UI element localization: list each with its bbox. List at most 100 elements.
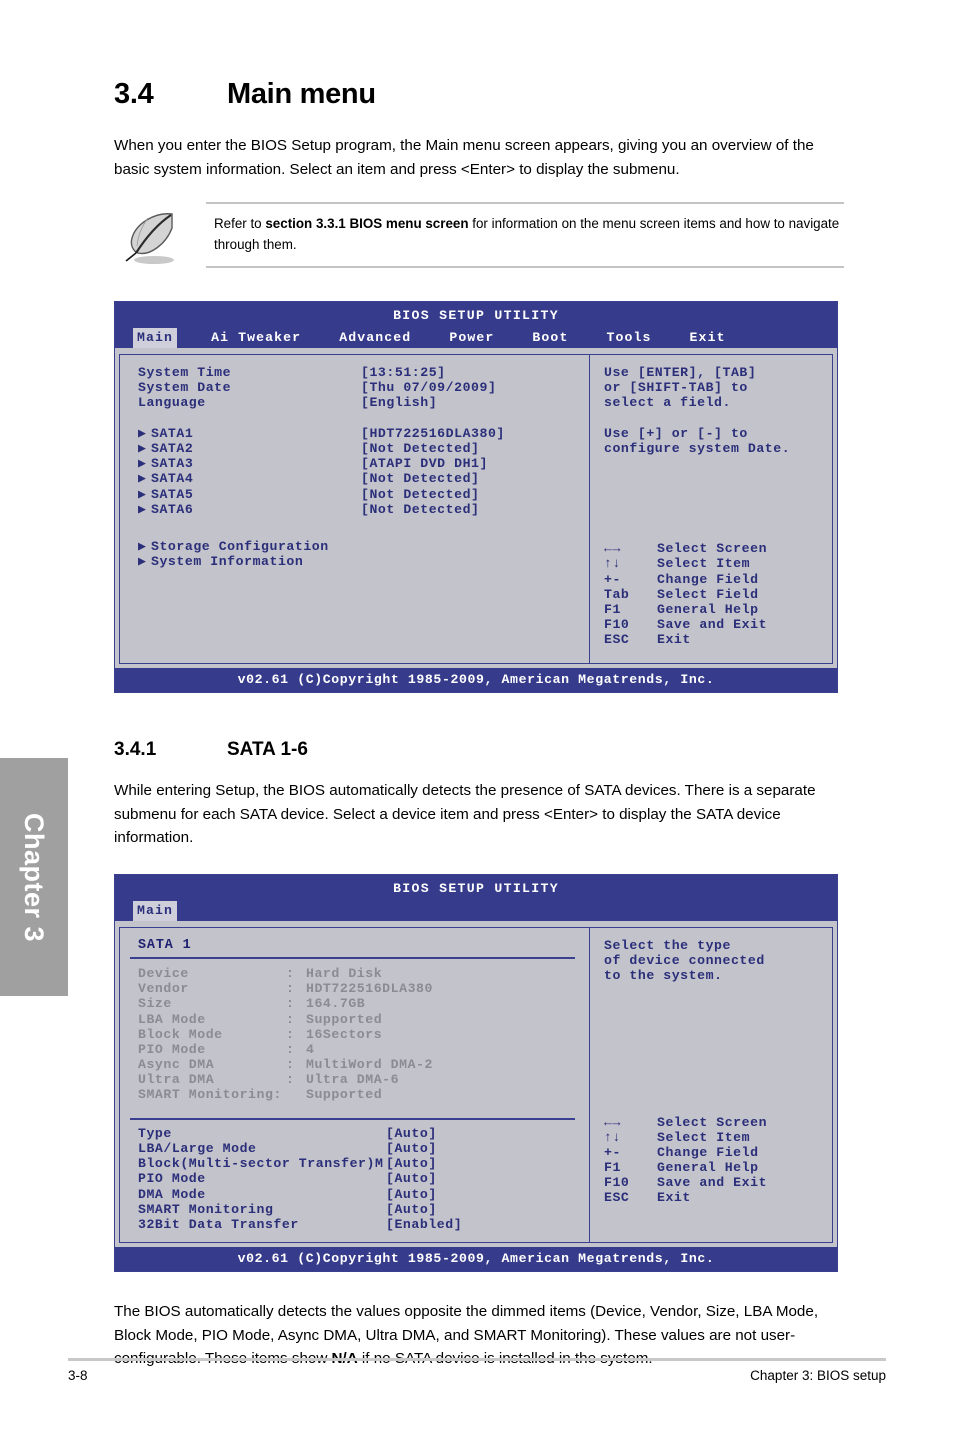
bios-navkey-select-item: ↑↓ Select Item	[604, 1130, 832, 1145]
bios-item-sata4[interactable]: ▶ SATA4 [Not Detected]	[138, 471, 589, 486]
bios-item-storage-configuration[interactable]: ▶ Storage Configuration	[138, 539, 589, 554]
bios-item-value[interactable]: [Thu 07/09/2009]	[361, 380, 496, 395]
bios-tab-main[interactable]: Main	[133, 900, 178, 921]
bios-navkey-select-item: ↑↓ Select Item	[604, 556, 832, 571]
triangle-right-icon: ▶	[138, 440, 147, 456]
bios-item-label: System Time	[138, 365, 232, 380]
bios-item-value[interactable]: [Not Detected]	[361, 471, 480, 486]
bios-item-system-time[interactable]: System Time [13:51:25]	[138, 365, 589, 380]
bios-tab-tools[interactable]: Tools	[602, 328, 655, 348]
bios-item-value[interactable]: [13:51:25]	[361, 365, 446, 380]
triangle-right-icon: ▶	[138, 456, 147, 472]
bios-item-sata1[interactable]: ▶ SATA1 [HDT722516DLA380]	[138, 426, 589, 441]
bios-tab-ai-tweaker[interactable]: Ai Tweaker	[207, 328, 305, 348]
bios-item-label-text: SATA3	[151, 456, 194, 472]
bios-main-screenshot: BIOS SETUP UTILITY Main Ai Tweaker Advan…	[114, 301, 838, 694]
bios-info-value: Supported	[306, 1087, 383, 1103]
bios-navkey-key: ESC	[604, 1190, 630, 1206]
bios-config-block-multi-sector-transfer[interactable]: Block(Multi-sector Transfer)M [Auto]	[138, 1156, 589, 1171]
bios-tab-power[interactable]: Power	[445, 328, 498, 348]
bios-item-system-information[interactable]: ▶ System Information	[138, 554, 589, 569]
bios-item-label: ▶ SATA3	[138, 456, 361, 471]
bios-item-language[interactable]: Language [English]	[138, 395, 589, 410]
note-body: Refer to section 3.3.1 BIOS menu screen …	[206, 202, 844, 268]
bios-navkey-action: General Help	[657, 601, 759, 617]
bios-navkey-action: General Help	[657, 1160, 759, 1176]
subsection-title: SATA 1-6	[227, 739, 308, 761]
bios-tab-advanced[interactable]: Advanced	[335, 328, 415, 348]
bios-main-help-pane: Use [ENTER], [TAB] or [SHIFT-TAB] to sel…	[589, 354, 833, 665]
note-text-before: Refer to	[214, 216, 266, 231]
bios-item-sata6[interactable]: ▶ SATA6 [Not Detected]	[138, 502, 589, 517]
bios-config-type[interactable]: Type [Auto]	[138, 1126, 589, 1141]
bios-help-line: select a field.	[604, 395, 731, 411]
bios-sata-settings-pane: SATA 1 Device : Hard Disk Vendor : HDT72…	[119, 926, 589, 1244]
bios-help-line: Use [+] or [-] to	[604, 425, 748, 441]
bios-item-value[interactable]: [English]	[361, 395, 437, 410]
feather-pen-icon	[114, 202, 206, 273]
bios-navkey-save-and-exit: F10 Save and Exit	[604, 617, 832, 632]
bios-info-value: 4	[306, 1041, 315, 1057]
bios-navkey-general-help: F1 General Help	[604, 602, 832, 617]
bios-sata-copyright-footer: v02.61 (C)Copyright 1985-2009, American …	[115, 1247, 837, 1272]
bios-info-async-dma: Async DMA : MultiWord DMA-2	[138, 1057, 589, 1072]
bios-help-line: Use [ENTER], [TAB]	[604, 365, 757, 380]
bios-navkey-key: ←→	[604, 1114, 621, 1130]
bios-item-system-date[interactable]: System Date [Thu 07/09/2009]	[138, 380, 589, 395]
bios-navkey-key: Tab	[604, 586, 630, 602]
triangle-right-icon: ▶	[138, 486, 147, 502]
bios-config-smart-monitoring[interactable]: SMART Monitoring [Auto]	[138, 1202, 589, 1217]
bios-sata-screenshot: BIOS SETUP UTILITY Main SATA 1 Device : …	[114, 873, 838, 1273]
bios-item-label-text: Storage Configuration	[151, 539, 329, 555]
bios-tab-main[interactable]: Main	[133, 328, 178, 348]
bios-item-value[interactable]: [ATAPI DVD DH1]	[361, 456, 488, 471]
bios-navkey-key: F1	[604, 1160, 621, 1176]
section-heading: 3.4 Main menu	[114, 78, 844, 111]
triangle-right-icon: ▶	[138, 554, 147, 570]
bios-item-value[interactable]: [Not Detected]	[361, 487, 480, 502]
bios-config-label: DMA Mode	[138, 1186, 206, 1202]
bios-navkey-action: Exit	[657, 1190, 691, 1206]
bios-item-value[interactable]: [HDT722516DLA380]	[361, 426, 505, 441]
bios-navkey-select-field: Tab Select Field	[604, 587, 832, 602]
bios-help-line: or [SHIFT-TAB] to	[604, 380, 748, 396]
bios-info-separator: :	[286, 965, 295, 981]
bios-config-value[interactable]: [Auto]	[386, 1156, 437, 1171]
bios-item-sata3[interactable]: ▶ SATA3 [ATAPI DVD DH1]	[138, 456, 589, 471]
bios-config-label: Block(Multi-sector Transfer)M	[138, 1156, 384, 1172]
page-content: 3.4 Main menu When you enter the BIOS Se…	[114, 0, 844, 1371]
bios-navkey-key: +-	[604, 1144, 621, 1160]
bios-navkey-action: Select Item	[657, 556, 751, 572]
chapter-side-tab: Chapter 3	[0, 758, 68, 996]
bios-item-sata5[interactable]: ▶ SATA5 [Not Detected]	[138, 487, 589, 502]
bios-item-sata2[interactable]: ▶ SATA2 [Not Detected]	[138, 441, 589, 456]
bios-config-32bit-data-transfer[interactable]: 32Bit Data Transfer [Enabled]	[138, 1217, 589, 1232]
bios-config-value[interactable]: [Auto]	[386, 1171, 437, 1186]
bios-sata-title: BIOS SETUP UTILITY	[393, 880, 559, 896]
bios-config-dma-mode[interactable]: DMA Mode [Auto]	[138, 1187, 589, 1202]
bios-item-value[interactable]: [Not Detected]	[361, 441, 480, 456]
bios-info-vendor: Vendor : HDT722516DLA380	[138, 981, 589, 996]
bios-item-value[interactable]: [Not Detected]	[361, 502, 480, 517]
bios-tab-boot[interactable]: Boot	[528, 328, 572, 348]
note-box: Refer to section 3.3.1 BIOS menu screen …	[114, 202, 844, 273]
bios-navkey-change-field: +- Change Field	[604, 572, 832, 587]
bios-config-value[interactable]: [Auto]	[386, 1141, 437, 1156]
subsection-intro-paragraph: While entering Setup, the BIOS automatic…	[114, 782, 816, 847]
triangle-right-icon: ▶	[138, 425, 147, 441]
section-intro-paragraph: When you enter the BIOS Setup program, t…	[114, 137, 814, 178]
bios-config-value[interactable]: [Auto]	[386, 1126, 437, 1141]
bios-config-value[interactable]: [Auto]	[386, 1202, 437, 1217]
bios-item-label-text: System Information	[151, 554, 304, 570]
page-footer: 3-8 Chapter 3: BIOS setup	[68, 1368, 886, 1383]
bios-navkey-action: Select Screen	[657, 541, 768, 557]
bios-config-pio-mode[interactable]: PIO Mode [Auto]	[138, 1171, 589, 1186]
bios-config-value[interactable]: [Enabled]	[386, 1217, 462, 1232]
bios-tab-exit[interactable]: Exit	[686, 328, 730, 348]
bios-config-lba-large-mode[interactable]: LBA/Large Mode [Auto]	[138, 1141, 589, 1156]
bios-navkey-key: F10	[604, 1175, 630, 1191]
bios-info-value: MultiWord DMA-2	[306, 1057, 433, 1073]
bios-navkey-key: +-	[604, 571, 621, 587]
bios-config-value[interactable]: [Auto]	[386, 1187, 437, 1202]
bios-info-value: Hard Disk	[306, 965, 383, 981]
